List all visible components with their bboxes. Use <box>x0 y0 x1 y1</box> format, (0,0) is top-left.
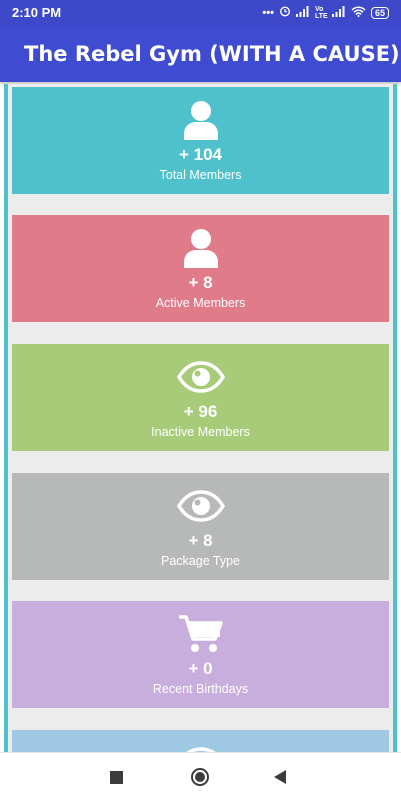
status-time: 2:10 PM <box>12 5 62 20</box>
dashboard-list: + 104 Total Members + 8 Active Members +… <box>8 84 393 752</box>
active-members-count: + 8 <box>188 273 213 292</box>
total-members-count: + 104 <box>178 145 222 164</box>
home-button[interactable] <box>190 767 210 792</box>
active-members-label: Active Members <box>155 296 246 310</box>
app-bar: The Rebel Gym (WITH A CAUSE) <box>0 25 401 82</box>
cart-icon <box>178 613 224 655</box>
status-icons: ••• Vo LTE 65 <box>262 5 389 20</box>
person-icon <box>182 99 220 141</box>
back-triangle-icon <box>274 770 286 784</box>
total-members-label: Total Members <box>159 168 242 182</box>
alarm-icon <box>279 5 291 20</box>
package-type-card[interactable]: + 8 Package Type <box>12 473 389 580</box>
volte-icon: Vo LTE <box>314 5 328 20</box>
wifi-icon <box>351 5 366 20</box>
inactive-members-card[interactable]: + 96 Inactive Members <box>12 344 389 451</box>
navigation-bar <box>0 752 401 801</box>
square-icon <box>110 771 123 784</box>
eye-icon <box>176 485 225 527</box>
total-members-card[interactable]: + 104 Total Members <box>12 87 389 194</box>
inactive-members-count: + 96 <box>183 402 218 421</box>
page-title: The Rebel Gym (WITH A CAUSE) <box>24 41 400 66</box>
inactive-members-label: Inactive Members <box>151 425 250 439</box>
next-card-partial[interactable] <box>12 730 389 752</box>
package-type-count: + 8 <box>188 531 213 550</box>
recent-birthdays-label: Recent Birthdays <box>152 682 249 696</box>
eye-icon <box>176 356 225 398</box>
signal-icon <box>331 5 346 20</box>
recents-button[interactable] <box>110 771 123 789</box>
eye-icon <box>177 742 225 752</box>
status-bar: 2:10 PM ••• Vo LTE 65 <box>0 0 401 25</box>
dots-icon: ••• <box>262 6 274 19</box>
recent-birthdays-card[interactable]: + 0 Recent Birthdays <box>12 601 389 708</box>
dashboard-content[interactable]: + 104 Total Members + 8 Active Members +… <box>4 84 397 752</box>
recent-birthdays-count: + 0 <box>188 659 213 678</box>
circle-icon <box>191 768 209 786</box>
active-members-card[interactable]: + 8 Active Members <box>12 215 389 322</box>
package-type-label: Package Type <box>161 554 240 568</box>
back-button[interactable] <box>273 770 287 789</box>
signal-icon <box>295 5 310 20</box>
battery-icon: 65 <box>370 6 389 19</box>
person-icon <box>182 227 220 269</box>
